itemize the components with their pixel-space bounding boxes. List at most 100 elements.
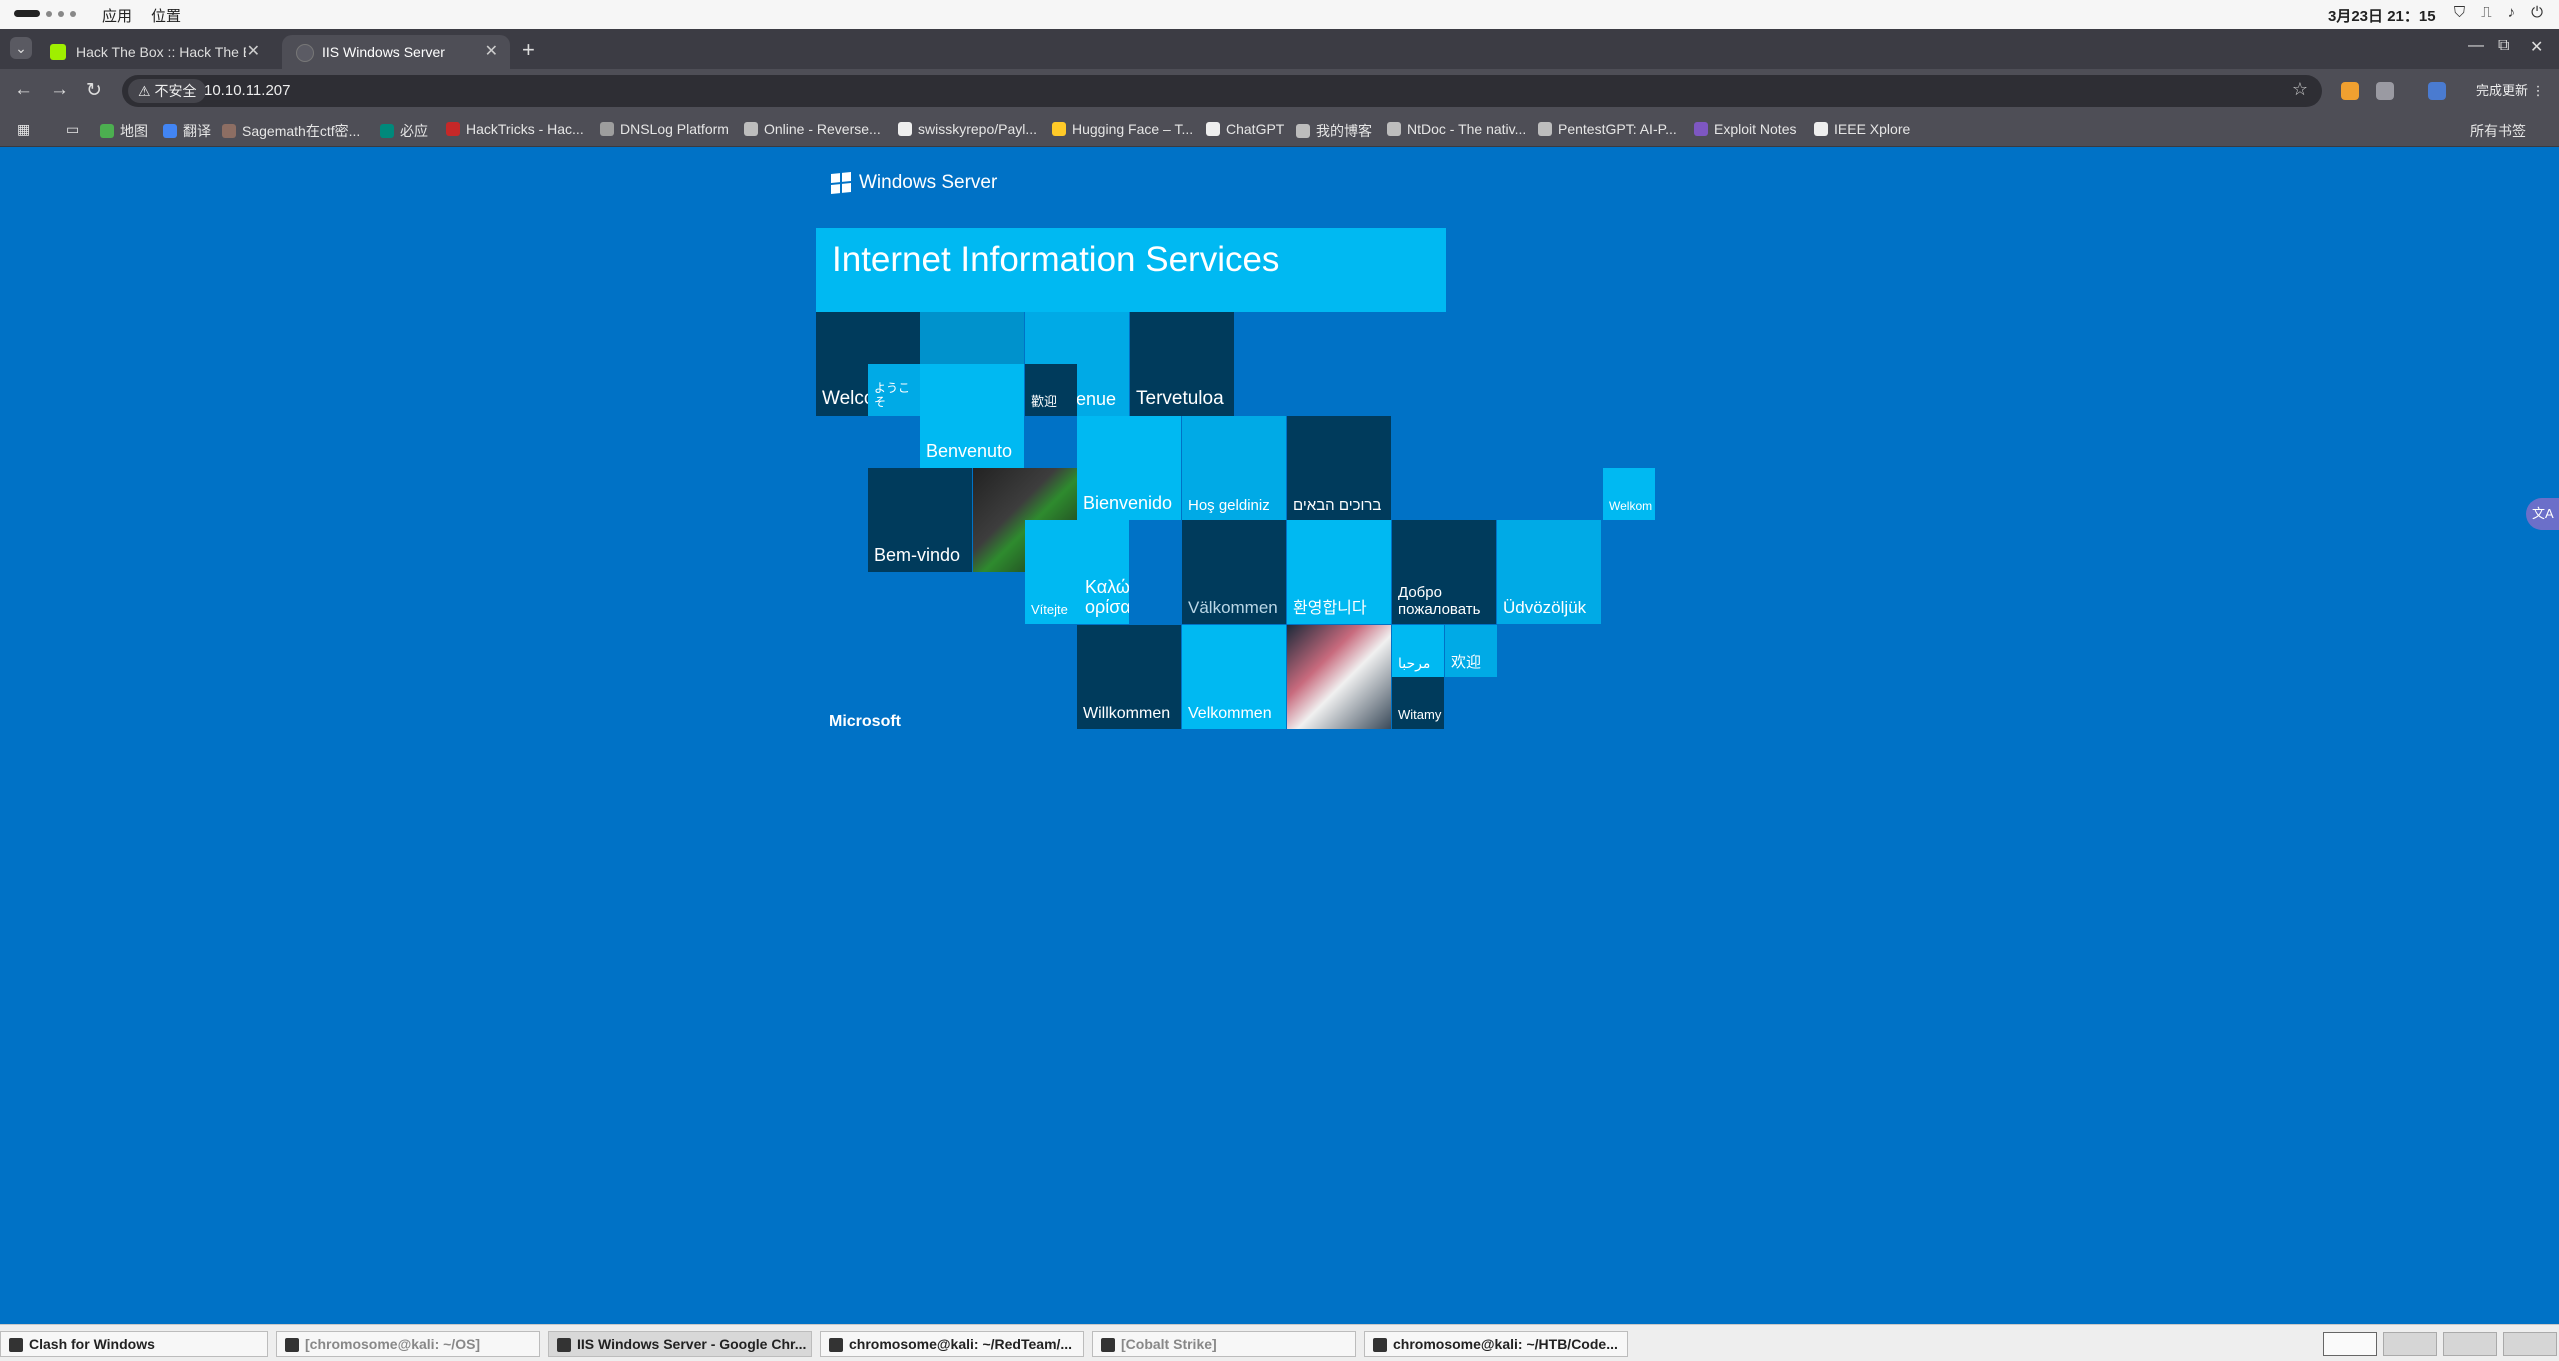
tab-iis-windows-server[interactable]: IIS Windows Server ✕ [282, 35, 510, 69]
forward-button[interactable]: → [50, 79, 69, 101]
bookmark-label: Sagemath在ctf密... [242, 123, 361, 139]
workspace-3[interactable] [2443, 1332, 2497, 1356]
tab-close-icon[interactable]: ✕ [247, 41, 260, 61]
bookmark-item[interactable]: Hugging Face – T... [1052, 121, 1193, 137]
taskbar-window-label: [Cobalt Strike] [1121, 1336, 1217, 1352]
workspace-1[interactable] [2323, 1332, 2377, 1356]
photo-tile-people-computer [1287, 625, 1391, 729]
taskbar-window-button[interactable]: chromosome@kali: ~/HTB/Code... [1364, 1331, 1628, 1357]
bookmark-favicon-icon [163, 124, 177, 138]
taskbar-window-button[interactable]: chromosome@kali: ~/RedTeam/... [820, 1331, 1084, 1357]
apps-grid-icon[interactable]: ▦ [17, 121, 30, 138]
not-secure-badge[interactable]: ⚠ 不安全 [128, 79, 207, 103]
translate-extension-icon[interactable] [2428, 82, 2446, 100]
windows-server-logo: Windows Server [831, 171, 998, 195]
tab-hackthebox[interactable]: Hack The Box :: Hack The B ✕ [36, 35, 272, 69]
extensions-puzzle-icon[interactable] [2376, 82, 2394, 100]
close-window-button[interactable]: ✕ [2530, 37, 2543, 57]
terminal-icon [9, 1338, 23, 1353]
bookmark-favicon-icon [1814, 122, 1828, 136]
bookmark-favicon-icon [1694, 122, 1708, 136]
address-bar[interactable]: ⚠ 不安全 10.10.11.207 ☆ [122, 75, 2322, 107]
tab-close-icon[interactable]: ✕ [485, 41, 498, 61]
bookmark-item[interactable]: 必应 [380, 121, 428, 141]
network-icon[interactable]: ⎍ [2481, 4, 2492, 21]
tile-huanying: 欢迎 [1445, 625, 1497, 677]
bookmark-label: 翻译 [183, 123, 211, 139]
finish-update-button[interactable]: 完成更新 ⋮ [2466, 77, 2555, 105]
bookmark-item[interactable]: swisskyrepo/Payl... [898, 121, 1037, 137]
bookmark-item[interactable]: PentestGPT: AI-P... [1538, 121, 1677, 137]
tile-tervetuloa: Tervetuloa [1130, 312, 1234, 416]
new-tab-button[interactable]: + [522, 37, 535, 63]
taskbar-window-button[interactable]: IIS Windows Server - Google Chr... [548, 1331, 812, 1357]
chrome-icon [557, 1338, 571, 1353]
bookmark-label: 必应 [400, 123, 428, 139]
bookmark-favicon-icon [446, 122, 460, 136]
bookmark-item[interactable]: 我的博客 [1296, 121, 1372, 141]
translate-sidebar-icon[interactable]: 文A [2526, 498, 2559, 530]
windows-server-text: Windows Server [859, 172, 998, 193]
taskbar-window-label: chromosome@kali: ~/RedTeam/... [849, 1336, 1073, 1352]
bookmark-item[interactable]: IEEE Xplore [1814, 121, 1910, 137]
bookmark-favicon-icon [1387, 122, 1401, 136]
bookmark-item[interactable]: ChatGPT [1206, 121, 1284, 137]
all-bookmarks-button[interactable]: 所有书签 [2470, 121, 2526, 141]
minimize-button[interactable]: — [2468, 37, 2484, 55]
iis-banner[interactable]: Internet Information Services [816, 228, 1446, 312]
tile-arabic: مرحبا [1392, 625, 1444, 677]
system-tray[interactable]: ⛉ ⎍ ♪ ⏻ [2454, 4, 2543, 21]
taskbar-window-button[interactable]: [chromosome@kali: ~/OS] [276, 1331, 540, 1357]
bookmark-item[interactable]: HackTricks - Hac... [446, 121, 584, 137]
maximize-button[interactable]: ⧉ [2498, 37, 2509, 55]
bookmark-label: ChatGPT [1226, 121, 1285, 137]
bookmark-item[interactable]: 地图 [100, 121, 148, 141]
clock[interactable]: 3月23日 21：15 [2328, 5, 2436, 26]
bookmark-label: NtDoc - The nativ... [1407, 121, 1527, 137]
tile-valkommen: Välkommen [1182, 520, 1286, 624]
folder-icon[interactable]: ▭ [66, 121, 79, 138]
workspace-2[interactable] [2383, 1332, 2437, 1356]
shield-icon[interactable]: ⛉ [2454, 4, 2465, 21]
apps-menu[interactable]: 应用 [102, 5, 132, 26]
tile-dobro: Добро пожаловать [1392, 520, 1496, 624]
tab-title: IIS Windows Server [322, 44, 445, 60]
bookmark-item[interactable]: DNSLog Platform [600, 121, 729, 137]
power-icon[interactable]: ⏻ [2531, 4, 2543, 21]
iis-banner-title: Internet Information Services [832, 240, 1280, 279]
tab-strip: ⌄ Hack The Box :: Hack The B ✕ IIS Windo… [0, 29, 2559, 69]
tab-title: Hack The Box :: Hack The B [76, 44, 246, 60]
tile-hos-geldiniz: Hoş geldiniz [1182, 416, 1286, 520]
tab-search-button[interactable]: ⌄ [10, 37, 32, 59]
bookmark-item[interactable]: Sagemath在ctf密... [222, 121, 360, 141]
workspace-4[interactable] [2503, 1332, 2557, 1356]
volume-icon[interactable]: ♪ [2508, 4, 2516, 21]
taskbar-window-button[interactable]: [Cobalt Strike] [1092, 1331, 1356, 1357]
bookmark-label: Hugging Face – T... [1072, 121, 1194, 137]
activities-indicator[interactable] [14, 10, 76, 17]
navigation-toolbar: ← → ↻ ⚠ 不安全 10.10.11.207 ☆ 完成更新 ⋮ [0, 69, 2559, 113]
tile-hebrew: ברוכים הבאים [1287, 416, 1391, 520]
window-taskbar: Clash for Windows [chromosome@kali: ~/OS]… [0, 1324, 2559, 1361]
bookmark-item[interactable]: 翻译 [163, 121, 211, 141]
url-text[interactable]: 10.10.11.207 [204, 82, 290, 99]
bookmark-favicon-icon [1538, 122, 1552, 136]
bookmark-label: Online - Reverse... [764, 121, 881, 137]
taskbar-window-label: [chromosome@kali: ~/OS] [305, 1336, 481, 1352]
extension-cookie-icon[interactable] [2341, 82, 2359, 100]
reload-button[interactable]: ↻ [86, 79, 102, 102]
terminal-icon [1373, 1338, 1387, 1353]
bookmark-favicon-icon [1206, 122, 1220, 136]
bookmark-item[interactable]: NtDoc - The nativ... [1387, 121, 1526, 137]
tile-bem-vindo: Bem-vindo [868, 468, 972, 572]
tile-bienvenido: Bienvenido [1077, 416, 1181, 520]
back-button[interactable]: ← [14, 79, 33, 101]
tile-willkommen: Willkommen [1077, 625, 1181, 729]
places-menu[interactable]: 位置 [151, 5, 181, 26]
bookmark-favicon-icon [1296, 124, 1310, 138]
bookmark-label: Exploit Notes [1714, 121, 1797, 137]
bookmark-star-icon[interactable]: ☆ [2292, 79, 2308, 100]
bookmark-item[interactable]: Exploit Notes [1694, 121, 1796, 137]
taskbar-window-button[interactable]: Clash for Windows [0, 1331, 268, 1357]
bookmark-item[interactable]: Online - Reverse... [744, 121, 881, 137]
